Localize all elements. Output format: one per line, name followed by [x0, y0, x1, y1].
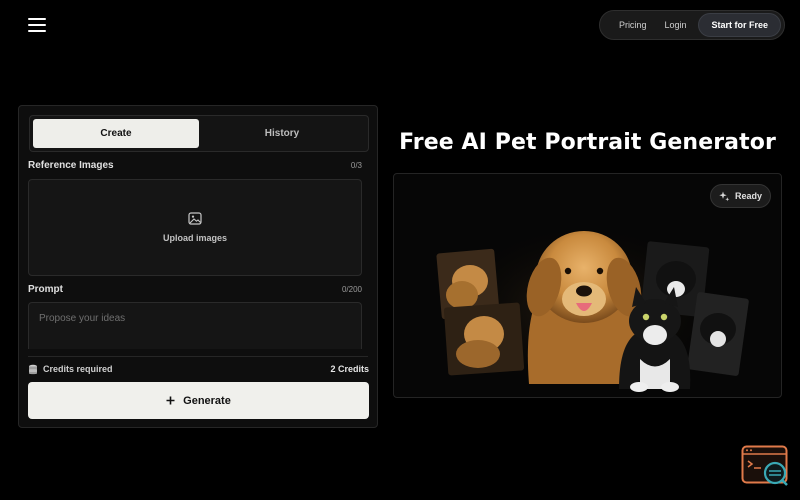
tab-history[interactable]: History	[199, 119, 365, 148]
hamburger-menu-button[interactable]	[26, 15, 48, 35]
small-dog-card-bottom	[443, 302, 525, 376]
reference-images-label: Reference Images	[28, 160, 114, 171]
menu-icon-line	[28, 30, 46, 32]
generator-panel: Create History Reference Images 0/3 Uplo…	[18, 105, 378, 428]
menu-icon-line	[28, 24, 46, 26]
cat-card-right	[687, 292, 749, 376]
credits-required-label: Credits required	[43, 364, 113, 374]
plus-icon	[166, 396, 175, 405]
credits-value: 2 Credits	[330, 364, 369, 374]
menu-icon-line	[28, 18, 46, 20]
generate-label: Generate	[183, 394, 231, 407]
nav-login-link[interactable]: Login	[655, 20, 695, 30]
start-for-free-button[interactable]: Start for Free	[698, 13, 781, 37]
prompt-input[interactable]	[28, 302, 362, 349]
upload-images-dropzone[interactable]: Upload images	[28, 179, 362, 276]
divider	[28, 356, 368, 357]
image-icon	[188, 212, 202, 225]
help-widget-icon	[741, 445, 788, 486]
coin-stack-icon	[29, 364, 37, 374]
preview-area: Ready	[393, 173, 782, 398]
credits-row: Credits required 2 Credits	[28, 362, 369, 376]
nav-pricing-link[interactable]: Pricing	[610, 20, 656, 30]
generate-button[interactable]: Generate	[28, 382, 369, 419]
page-title: Free AI Pet Portrait Generator	[399, 130, 776, 155]
prompt-counter: 0/200	[341, 285, 362, 294]
pet-portrait-preview-image	[434, 214, 749, 397]
prompt-label: Prompt	[28, 284, 63, 295]
tab-create[interactable]: Create	[33, 119, 199, 148]
prompt-header: Prompt 0/200	[28, 284, 362, 295]
help-widget-button[interactable]	[741, 445, 791, 487]
reference-images-counter: 0/3	[350, 161, 362, 170]
mode-tabs: Create History	[29, 115, 369, 152]
top-nav: Pricing Login Start for Free	[598, 10, 785, 40]
upload-images-label: Upload images	[162, 233, 227, 243]
credits-required: Credits required	[28, 364, 113, 375]
reference-images-header: Reference Images 0/3	[28, 160, 362, 171]
